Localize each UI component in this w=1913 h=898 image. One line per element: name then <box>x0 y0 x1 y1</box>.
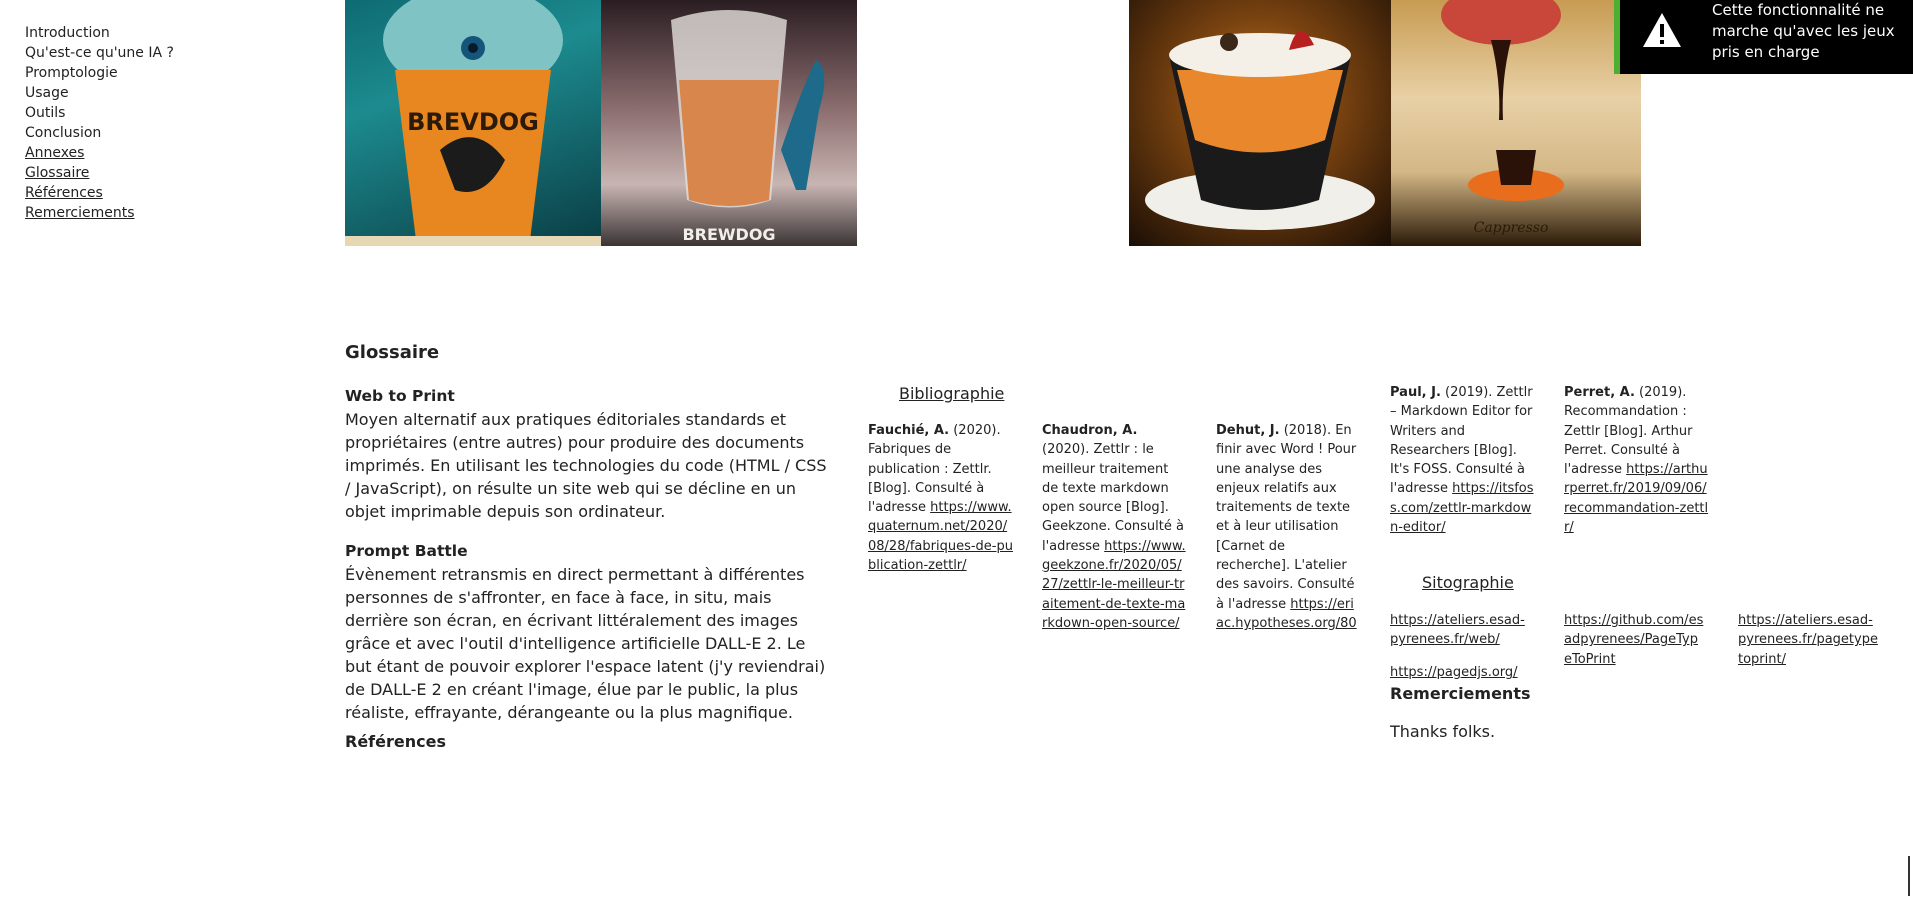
nav-usage[interactable]: Usage <box>25 83 174 103</box>
image-text: Cappresso <box>1474 220 1549 236</box>
ref-author: Chaudron, A. <box>1042 423 1138 438</box>
warning-icon <box>1643 13 1681 47</box>
sidebar-nav: Introduction Qu'est-ce qu'une IA ? Promp… <box>25 23 174 223</box>
generated-image-coffee-cup <box>1129 0 1391 246</box>
glossary-entry: Web to Print Moyen alternatif aux pratiq… <box>345 384 830 523</box>
generated-image-beer-glass: BREWDOG <box>601 0 857 246</box>
sitography-link[interactable]: https://ateliers.esad-pyrenees.fr/web/ <box>1390 611 1530 650</box>
glossary-definition: Moyen alternatif aux pratiques éditorial… <box>345 410 827 521</box>
nav-remerciements[interactable]: Remerciements <box>25 203 174 223</box>
nav-introduction[interactable]: Introduction <box>25 23 174 43</box>
nav-references[interactable]: Références <box>25 183 174 203</box>
bibliography-item: Paul, J. (2019). Zettlr – Markdown Edito… <box>1390 383 1535 537</box>
sitography-link[interactable]: https://github.com/esadpyrenees/PageType… <box>1564 611 1704 669</box>
nav-outils[interactable]: Outils <box>25 103 174 123</box>
ref-author: Dehut, J. <box>1216 423 1280 438</box>
references-title: Références <box>345 732 446 751</box>
nav-annexes[interactable]: Annexes <box>25 143 174 163</box>
sitography-link[interactable]: https://ateliers.esad-pyrenees.fr/pagety… <box>1738 611 1878 669</box>
generated-image-espresso-poster: Cappresso <box>1391 0 1641 246</box>
image-text: BREVDOG <box>407 108 539 136</box>
glossary-term: Prompt Battle <box>345 542 468 560</box>
thanks-title: Remerciements <box>1390 684 1531 703</box>
scrollbar-indicator[interactable] <box>1908 856 1910 896</box>
toast-notification: Cette fonctionnalité ne marche qu'avec l… <box>1614 0 1913 74</box>
ref-text: (2018). En finir avec Word ! Pour une an… <box>1216 423 1357 612</box>
thanks-text: Thanks folks. <box>1390 722 1496 741</box>
nav-what-is-ai[interactable]: Qu'est-ce qu'une IA ? <box>25 43 174 63</box>
nav-glossaire[interactable]: Glossaire <box>25 163 174 183</box>
glossary-entry: Prompt Battle Évènement retransmis en di… <box>345 539 830 724</box>
glossary-term: Web to Print <box>345 387 455 405</box>
ref-author: Paul, J. <box>1390 385 1441 400</box>
nav-promptologie[interactable]: Promptologie <box>25 63 174 83</box>
bibliography-item: Fauchié, A. (2020). Fabriques de publica… <box>868 421 1013 575</box>
toast-message: Cette fonctionnalité ne marche qu'avec l… <box>1712 1 1895 61</box>
glossary-title: Glossaire <box>345 342 440 363</box>
sitography-title[interactable]: Sitographie <box>1422 573 1514 592</box>
image-text: BREWDOG <box>682 225 775 244</box>
bibliography-item: Chaudron, A. (2020). Zettlr : le meilleu… <box>1042 421 1187 633</box>
glossary-definition: Évènement retransmis en direct permettan… <box>345 565 826 722</box>
glossary-list: Web to Print Moyen alternatif aux pratiq… <box>345 384 830 740</box>
ref-author: Perret, A. <box>1564 385 1635 400</box>
bibliography-item: Dehut, J. (2018). En finir avec Word ! P… <box>1216 421 1361 633</box>
nav-conclusion[interactable]: Conclusion <box>25 123 174 143</box>
ref-text: (2020). Zettlr : le meilleur traitement … <box>1042 442 1184 554</box>
bibliography-item: Perret, A. (2019). Recommandation : Zett… <box>1564 383 1709 537</box>
generated-image-brewdog-cup: BREVDOG <box>345 0 601 246</box>
ref-text: (2019). Zettlr – Markdown Editor for Wri… <box>1390 385 1533 497</box>
bibliography-title[interactable]: Bibliographie <box>899 384 1004 403</box>
ref-author: Fauchié, A. <box>868 423 950 438</box>
sitography-link[interactable]: https://pagedjs.org/ <box>1390 663 1560 682</box>
